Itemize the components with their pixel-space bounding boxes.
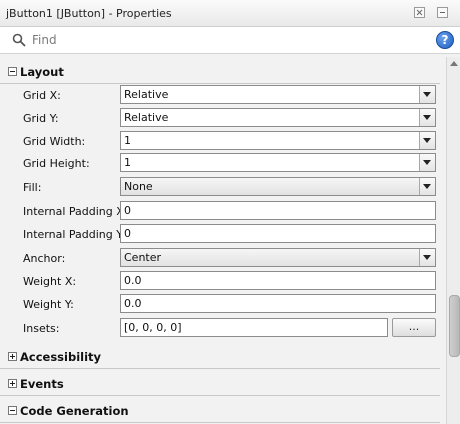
section-accessibility[interactable]: Accessibility — [0, 346, 440, 369]
grid-height-select[interactable]: 1 — [120, 153, 436, 172]
title-bar: jButton1 [JButton] - Properties — [0, 0, 460, 27]
scroll-thumb[interactable] — [449, 295, 460, 357]
insets-field[interactable]: [0, 0, 0, 0] — [120, 318, 388, 337]
internal-padding-x-field[interactable]: 0 — [120, 201, 436, 220]
anchor-select[interactable]: Center — [120, 248, 436, 267]
vertical-scrollbar[interactable] — [446, 57, 460, 424]
scroll-up-icon[interactable] — [450, 61, 458, 66]
weight-x-value: 0.0 — [124, 274, 142, 287]
section-events[interactable]: Events — [0, 373, 440, 396]
weight-y-field[interactable]: 0.0 — [120, 294, 436, 313]
fill-value: None — [124, 180, 153, 193]
weight-y-label: Weight Y: — [23, 298, 74, 311]
grid-x-label: Grid X: — [23, 89, 61, 102]
expand-icon[interactable] — [8, 352, 17, 361]
close-icon[interactable] — [414, 7, 425, 18]
fill-select[interactable]: None — [120, 177, 436, 196]
section-label: Accessibility — [20, 350, 102, 364]
chevron-down-icon[interactable] — [419, 86, 435, 103]
fill-label: Fill: — [23, 181, 42, 194]
section-label: Code Generation — [20, 404, 129, 418]
insets-edit-button[interactable]: ... — [392, 318, 436, 337]
window-title: jButton1 [JButton] - Properties — [6, 7, 172, 20]
grid-width-select[interactable]: 1 — [120, 131, 436, 150]
insets-label: Insets: — [23, 322, 60, 335]
grid-y-value: Relative — [124, 111, 169, 124]
section-layout[interactable]: Layout — [0, 61, 440, 84]
chevron-down-icon[interactable] — [419, 109, 435, 126]
chevron-down-icon[interactable] — [419, 154, 435, 171]
collapse-icon[interactable] — [8, 67, 17, 76]
section-label: Layout — [20, 65, 64, 79]
expand-icon[interactable] — [8, 379, 17, 388]
grid-y-label: Grid Y: — [23, 112, 59, 125]
grid-height-label: Grid Height: — [23, 157, 90, 170]
grid-x-value: Relative — [124, 88, 169, 101]
help-icon[interactable]: ? — [436, 31, 454, 49]
internal-padding-x-value: 0 — [124, 204, 131, 217]
chevron-down-icon[interactable] — [419, 132, 435, 149]
grid-width-label: Grid Width: — [23, 135, 86, 148]
weight-y-value: 0.0 — [124, 297, 142, 310]
grid-x-select[interactable]: Relative — [120, 85, 436, 104]
chevron-down-icon[interactable] — [419, 178, 435, 195]
property-sheet: Layout Grid X: Relative Grid Y: Relative… — [0, 57, 445, 424]
internal-padding-y-value: 0 — [124, 227, 131, 240]
grid-height-value: 1 — [124, 156, 131, 169]
weight-x-label: Weight X: — [23, 275, 77, 288]
grid-y-select[interactable]: Relative — [120, 108, 436, 127]
section-code-generation[interactable]: Code Generation — [0, 400, 440, 423]
section-label: Events — [20, 377, 64, 391]
find-input[interactable] — [32, 31, 422, 49]
search-icon — [12, 33, 26, 47]
chevron-down-icon[interactable] — [419, 249, 435, 266]
internal-padding-y-field[interactable]: 0 — [120, 224, 436, 243]
grid-width-value: 1 — [124, 134, 131, 147]
insets-value: [0, 0, 0, 0] — [124, 321, 182, 334]
internal-padding-y-label: Internal Padding Y: — [23, 228, 126, 241]
weight-x-field[interactable]: 0.0 — [120, 271, 436, 290]
minimize-icon[interactable] — [437, 7, 448, 18]
collapse-icon[interactable] — [8, 406, 17, 415]
anchor-value: Center — [124, 251, 162, 264]
anchor-label: Anchor: — [23, 252, 66, 265]
find-bar: ? — [0, 27, 460, 54]
internal-padding-x-label: Internal Padding X: — [23, 205, 128, 218]
